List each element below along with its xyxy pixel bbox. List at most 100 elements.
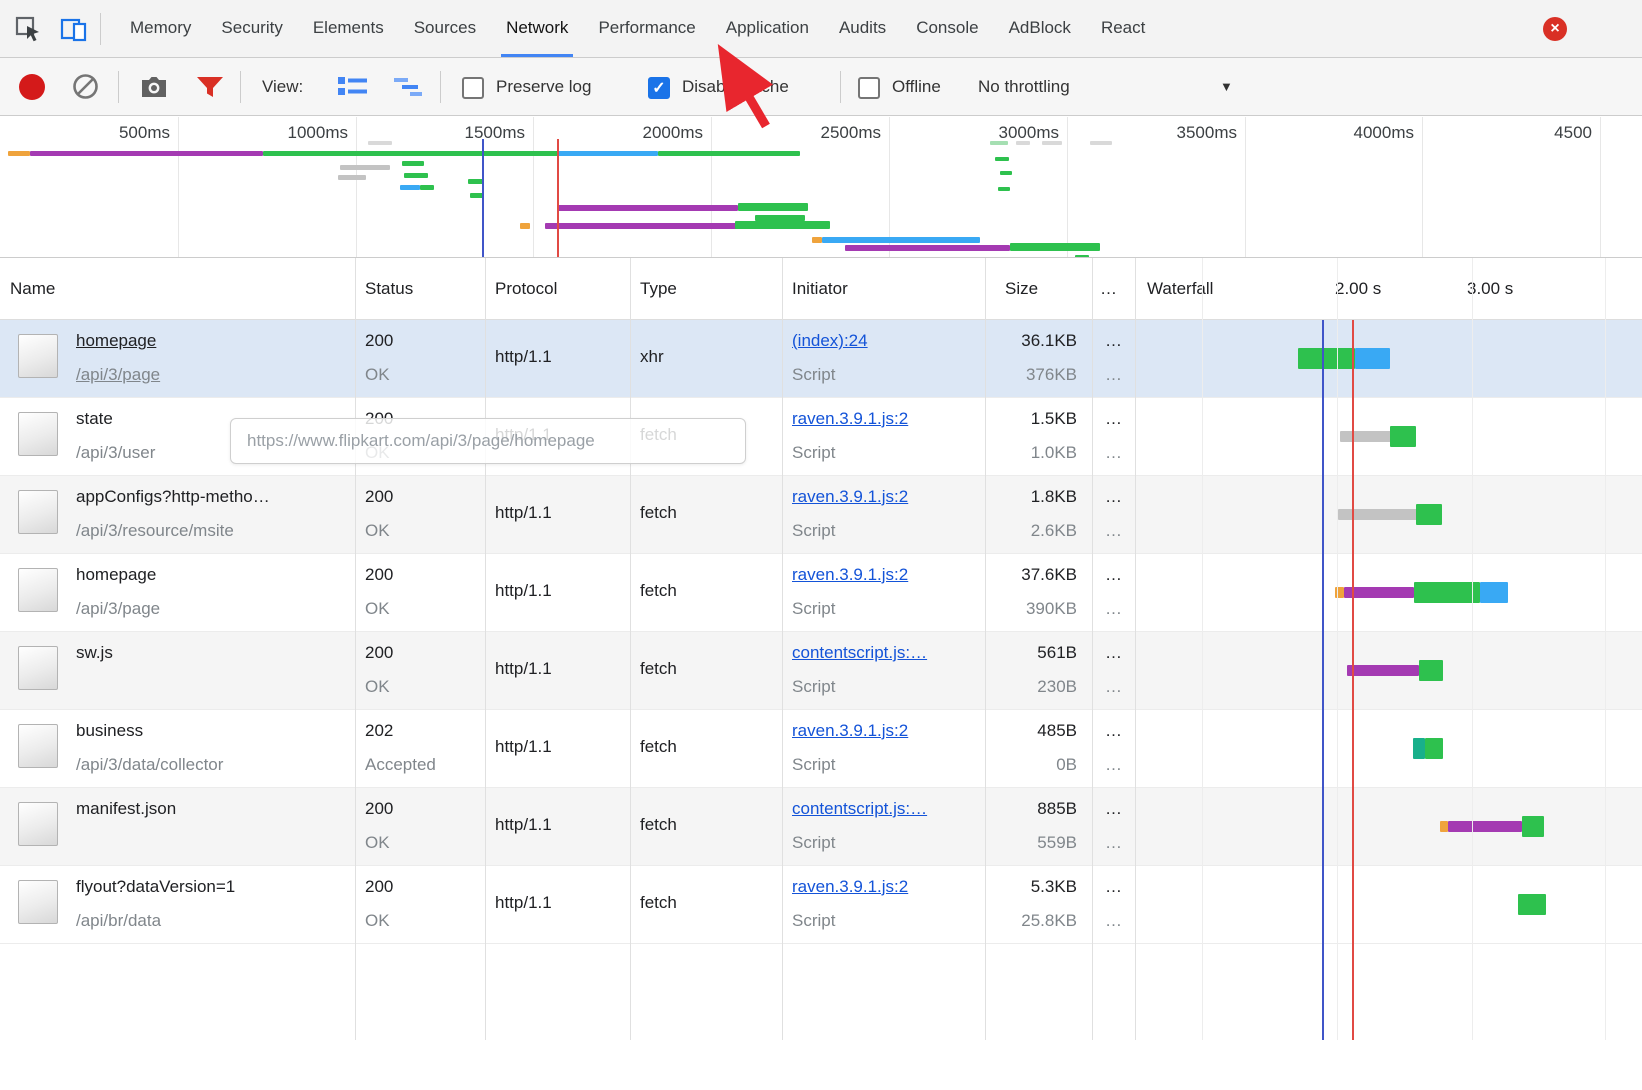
disable-cache-label[interactable]: Disable cache [682,58,789,116]
overview-time-label: 500ms [118,123,170,142]
column-header-waterfall[interactable]: Waterfall [1147,258,1213,320]
toolbar-divider [240,71,241,103]
table-row[interactable]: flyout?dataVersion=1 /api/br/data 200 OK… [0,866,1642,944]
table-row[interactable]: homepage /api/3/page 200 OK http/1.1 xhr… [0,320,1642,398]
more-ellipsis: … [1105,487,1122,506]
column-header-initiator[interactable]: Initiator [792,258,848,320]
column-header-size[interactable]: Size [1005,258,1038,320]
disable-cache-checkbox[interactable]: ✓ [648,77,670,99]
overview-activity-bar [1016,141,1030,145]
tab-security[interactable]: Security [206,0,297,57]
overview-gridline [1422,117,1423,257]
overview-activity-bar [338,175,366,180]
table-row[interactable]: sw.js 200 OK http/1.1 fetch contentscrip… [0,632,1642,710]
waterfall-bar-segment [1419,660,1443,681]
status-text: OK [365,521,390,540]
overview-activity-bar [30,151,263,156]
record-button[interactable] [19,74,45,100]
file-icon [18,880,58,924]
table-row[interactable]: homepage /api/3/page 200 OK http/1.1 fet… [0,554,1642,632]
initiator-link[interactable]: (index):24 [792,331,868,351]
file-icon [18,724,58,768]
status-text: Accepted [365,755,436,774]
waterfall-bar-segment [1518,894,1546,915]
tab-sources[interactable]: Sources [399,0,491,57]
overview-time-label: 2500ms [820,123,881,142]
filter-icon[interactable] [196,75,224,104]
column-header-type[interactable]: Type [640,258,677,320]
status-text: OK [365,443,390,462]
table-row[interactable]: business /api/3/data/collector 202 Accep… [0,710,1642,788]
toolbar-divider [440,71,441,103]
overview-activity-bar [1042,141,1062,145]
inspect-element-icon[interactable] [10,11,46,47]
file-icon [18,412,58,456]
waterfall-cell [1135,632,1642,709]
list-view-icon[interactable] [338,76,368,103]
overview-time-label: 3500ms [1176,123,1237,142]
status-text: OK [365,833,390,852]
table-row[interactable]: state /api/3/user 200 OK http/1.1 fetch … [0,398,1642,476]
tab-elements[interactable]: Elements [298,0,399,57]
overview-activity-bar [1010,243,1100,251]
file-icon [18,802,58,846]
more-ellipsis: … [1105,331,1122,350]
tab-react[interactable]: React [1086,0,1160,57]
throttling-select[interactable]: No throttling [978,58,1070,116]
request-rows: homepage /api/3/page 200 OK http/1.1 xhr… [0,320,1642,944]
preserve-log-label[interactable]: Preserve log [496,58,591,116]
initiator-link[interactable]: raven.3.9.1.js:2 [792,877,908,897]
waterfall-bar-segment [1413,738,1425,759]
status-text: OK [365,677,390,696]
column-header-name[interactable]: Name [10,258,55,320]
preserve-log-checkbox[interactable] [462,77,484,99]
table-row[interactable]: manifest.json 200 OK http/1.1 fetch cont… [0,788,1642,866]
clear-icon[interactable] [72,73,99,105]
protocol-value: http/1.1 [495,581,552,600]
size-transferred: 36.1KB [1021,331,1077,350]
throttling-dropdown-arrow-icon[interactable]: ▼ [1220,58,1233,116]
tab-audits[interactable]: Audits [824,0,901,57]
request-path: /api/3/page [76,599,161,618]
table-row[interactable]: appConfigs?http-metho… /api/3/resource/m… [0,476,1642,554]
initiator-sub: Script [792,755,836,774]
waterfall-cell [1135,398,1642,475]
status-text: OK [365,911,390,930]
timeline-overview[interactable]: 500ms 1000ms 1500ms 2000ms 2500ms 3000ms 3500m… [0,117,1642,258]
overview-activity-bar [995,157,1009,161]
error-count-badge[interactable]: × [1543,17,1567,41]
initiator-link[interactable]: contentscript.js:… [792,643,927,663]
tab-application[interactable]: Application [711,0,824,57]
initiator-link[interactable]: raven.3.9.1.js:2 [792,721,908,741]
device-toolbar-icon[interactable] [56,11,92,47]
initiator-link[interactable]: raven.3.9.1.js:2 [792,487,908,507]
view-label: View: [262,77,304,96]
overview-activity-bar [400,185,420,190]
size-resource: 390KB [1025,599,1077,618]
status-code: 200 [365,643,394,662]
tab-performance[interactable]: Performance [583,0,710,57]
offline-label[interactable]: Offline [892,58,941,116]
tab-memory[interactable]: Memory [115,0,206,57]
initiator-link[interactable]: contentscript.js:… [792,799,927,819]
screenshot-camera-icon[interactable] [140,75,168,104]
column-header-protocol[interactable]: Protocol [495,258,557,320]
tab-console[interactable]: Console [901,0,993,57]
status-code: 202 [365,721,394,740]
initiator-link[interactable]: raven.3.9.1.js:2 [792,409,908,429]
status-code: 200 [365,409,394,428]
column-header-more[interactable]: … [1100,258,1117,320]
column-header-status[interactable]: Status [365,258,413,320]
offline-checkbox[interactable] [858,77,880,99]
waterfall-view-icon[interactable] [392,76,424,103]
overview-gridline [1245,117,1246,257]
status-code: 200 [365,799,394,818]
overview-activity-bar [263,151,558,156]
waterfall-cell [1135,320,1642,397]
tab-adblock[interactable]: AdBlock [994,0,1086,57]
overview-time-label: 4000ms [1353,123,1414,142]
tab-network[interactable]: Network [491,0,583,57]
initiator-link[interactable]: raven.3.9.1.js:2 [792,565,908,585]
status-code: 200 [365,331,394,350]
devtools-tab-bar: Memory Security Elements Sources Network Perf… [0,0,1642,58]
